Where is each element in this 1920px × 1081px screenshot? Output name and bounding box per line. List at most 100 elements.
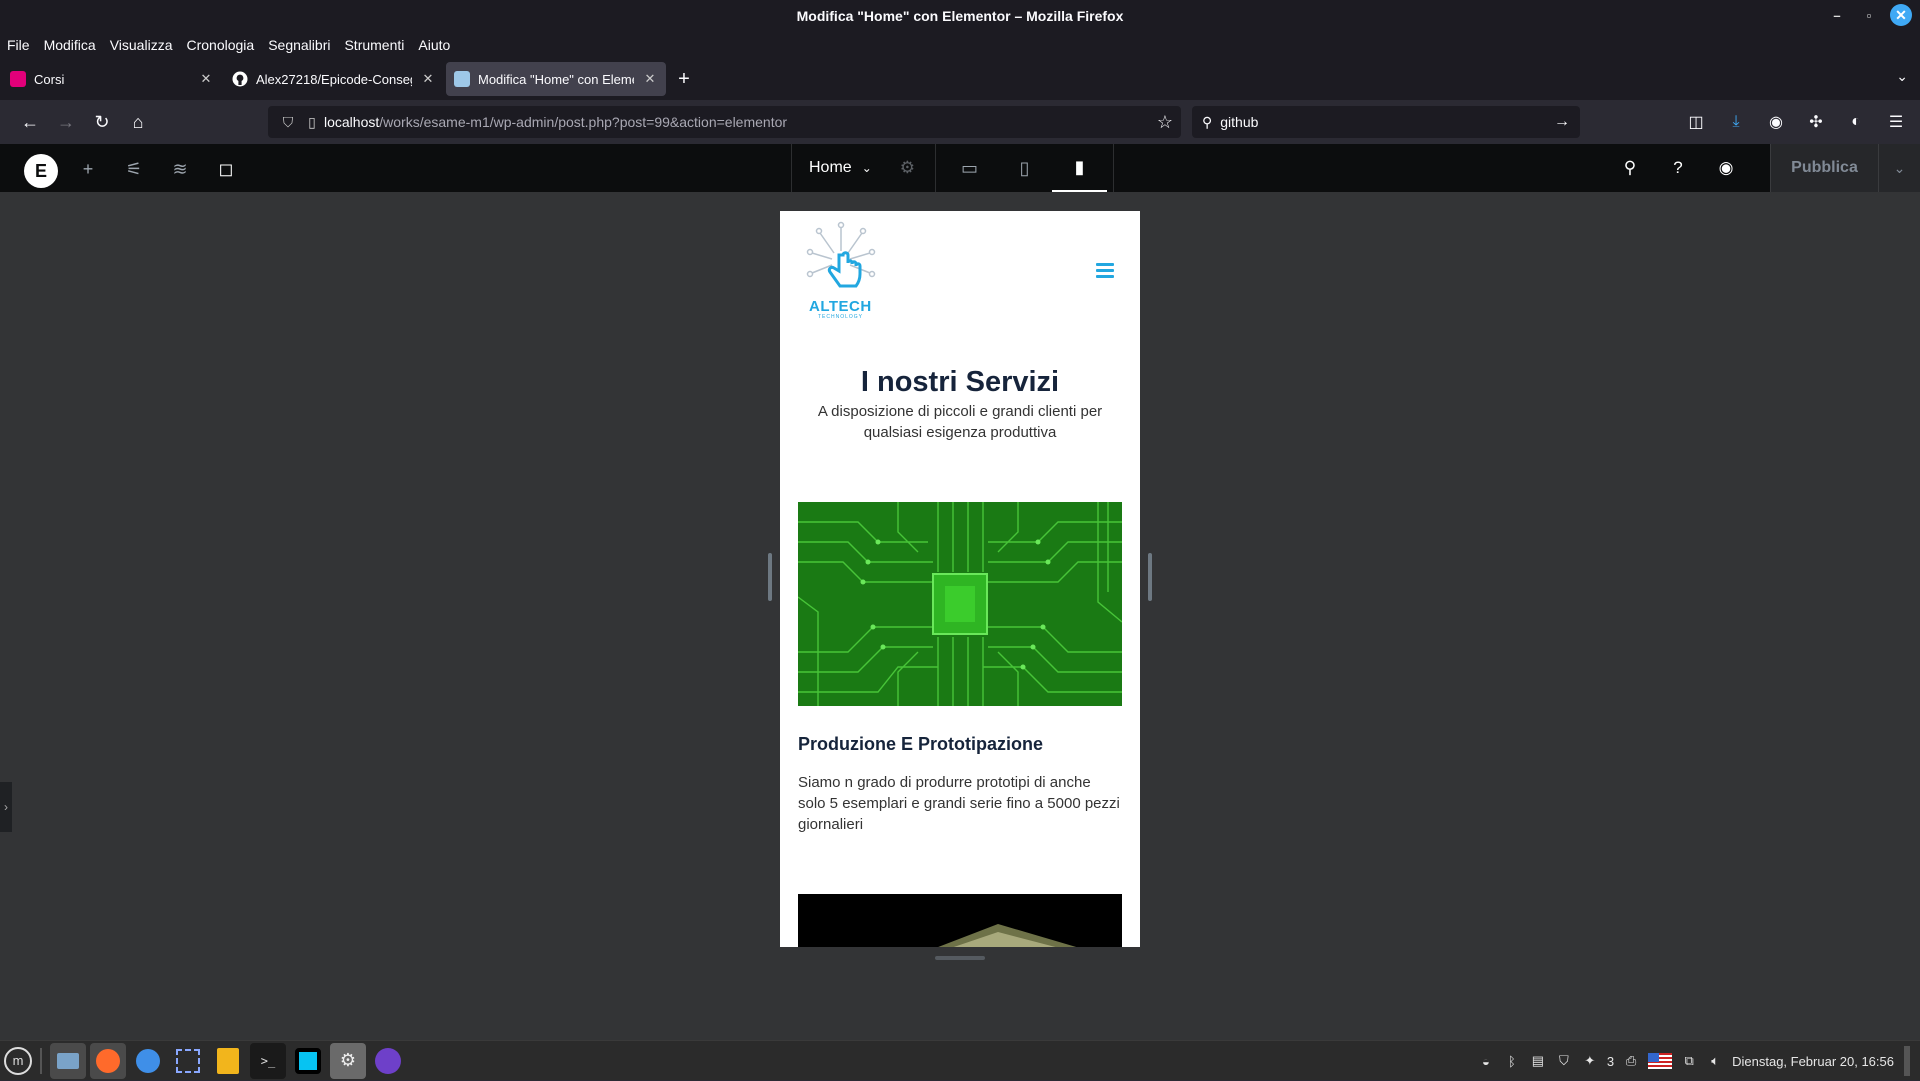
extension-icon[interactable]: ◐	[1838, 106, 1874, 138]
printer-icon[interactable]: ⎙	[1622, 1052, 1640, 1070]
pocket-icon[interactable]: ◫	[1678, 106, 1714, 138]
resize-handle-left[interactable]	[768, 553, 772, 601]
menu-segnalibri[interactable]: Segnalibri	[268, 37, 330, 53]
resize-handle-bottom[interactable]	[935, 956, 985, 960]
services-title: I nostri Servizi	[860, 366, 1060, 398]
notification-count: 3	[1606, 1053, 1615, 1069]
open-panel-chevron-icon[interactable]: ›	[0, 782, 12, 832]
menu-strumenti[interactable]: Strumenti	[344, 37, 404, 53]
tab-corsi[interactable]: Corsi ✕	[2, 62, 222, 96]
menu-bar: File Modifica Visualizza Cronologia Segn…	[0, 32, 1920, 58]
discord-icon[interactable]: ◒	[1477, 1052, 1495, 1070]
window-title: Modifica "Home" con Elementor – Mozilla …	[796, 8, 1124, 24]
elementor-topbar: E + ⚟ ≋ ◻ Home ⌄ ⚙ ▭ ▯ ▮ ⚲ ? ◉ Pubblica …	[0, 144, 1920, 192]
services-subtitle: A disposizione di piccoli e grandi clien…	[817, 403, 1103, 441]
settings-app-icon[interactable]: ⚙	[330, 1042, 366, 1079]
downloads-icon[interactable]: ⤓	[1718, 106, 1754, 138]
home-button[interactable]: ⌂	[120, 106, 156, 138]
maximize-icon[interactable]: ▫	[1858, 4, 1880, 26]
help-icon[interactable]: ?	[1654, 144, 1702, 192]
bluetooth-icon[interactable]: ᛒ	[1503, 1052, 1521, 1070]
hamburger-menu-icon[interactable]	[1096, 263, 1114, 278]
clipboard-icon[interactable]: ▤	[1529, 1052, 1547, 1070]
tab-close-icon[interactable]: ✕	[198, 71, 214, 87]
system-taskbar: m >_ ⚙ ◒ ᛒ ▤ ⛉ ✦ 3 ⎙ ⧉ 🔈︎ Dienstag, Febr…	[0, 1040, 1920, 1080]
menu-visualizza[interactable]: Visualizza	[110, 37, 173, 53]
search-input[interactable]: ⚲ github →	[1192, 106, 1580, 138]
volume-icon[interactable]: 🔈︎	[1706, 1052, 1724, 1070]
forward-button[interactable]: →	[48, 106, 84, 138]
bookmark-star-icon[interactable]: ☆	[1157, 112, 1173, 133]
preview-eye-icon[interactable]: ◉	[1702, 144, 1750, 192]
github-desktop-app-icon[interactable]	[370, 1043, 406, 1079]
tab-github[interactable]: Alex27218/Epicode-Conseg ✕	[224, 62, 444, 96]
mobile-device-icon[interactable]: ▮	[1052, 144, 1107, 192]
add-element-icon[interactable]: +	[73, 154, 103, 184]
tab-close-icon[interactable]: ✕	[420, 71, 436, 87]
app-menu-icon[interactable]: ☰	[1878, 106, 1914, 138]
tab-elementor[interactable]: Modifica "Home" con Eleme ✕	[446, 62, 666, 96]
publish-options-chevron-icon[interactable]: ⌄	[1878, 144, 1920, 192]
reload-button[interactable]: ↻	[84, 106, 120, 138]
chevron-down-icon: ⌄	[861, 161, 872, 175]
clock[interactable]: Dienstag, Februar 20, 16:56	[1732, 1054, 1894, 1069]
search-go-icon[interactable]: →	[1554, 113, 1570, 131]
extensions-icon[interactable]: ✣	[1798, 106, 1834, 138]
back-button[interactable]: ←	[12, 106, 48, 138]
firefox-app-icon[interactable]	[90, 1042, 126, 1079]
tab-close-icon[interactable]: ✕	[642, 71, 658, 87]
network-icon[interactable]: ⧉	[1680, 1052, 1698, 1070]
show-desktop-handle[interactable]	[1904, 1046, 1910, 1076]
circuit-board-image	[798, 502, 1122, 706]
site-settings-icon[interactable]: ⚟	[119, 154, 149, 184]
update-icon[interactable]: ✦	[1581, 1052, 1599, 1070]
shield-icon[interactable]: ⛉	[276, 114, 300, 131]
account-icon[interactable]: ◉	[1758, 106, 1794, 138]
list-all-tabs-icon[interactable]: ⌄	[1896, 68, 1908, 85]
webstorm-app-icon[interactable]	[290, 1043, 326, 1079]
start-menu-icon[interactable]: m	[4, 1046, 32, 1075]
url-path: /works/esame-m1/wp-admin/post.php?post=9…	[379, 114, 788, 130]
navigation-bar: ← → ↻ ⌂ ⛉ ▯ localhost/works/esame-m1/wp-…	[0, 100, 1920, 144]
card1-text: Siamo n grado di produrre prototipi di a…	[798, 774, 1120, 833]
url-host: localhost	[324, 114, 380, 130]
close-window-button[interactable]: ✕	[1890, 4, 1912, 26]
tab-favicon-icon	[10, 71, 26, 87]
search-icon: ⚲	[1202, 113, 1213, 130]
tab-label: Modifica "Home" con Eleme	[478, 71, 634, 87]
shield-icon[interactable]: ⛉	[1555, 1052, 1573, 1070]
terminal-app-icon[interactable]: >_	[250, 1042, 286, 1079]
tab-bar: Corsi ✕ Alex27218/Epicode-Conseg ✕ Modif…	[0, 58, 1920, 100]
elementor-logo-icon[interactable]: E	[24, 154, 58, 188]
menu-aiuto[interactable]: Aiuto	[418, 37, 450, 53]
tab-label: Corsi	[34, 71, 65, 87]
search-icon[interactable]: ⚲	[1606, 144, 1654, 192]
taskbar-separator	[40, 1047, 42, 1074]
structure-icon[interactable]: ≋	[165, 154, 195, 184]
resize-handle-right[interactable]	[1148, 553, 1152, 601]
screenshot-app-icon[interactable]	[170, 1043, 206, 1079]
files-app-icon[interactable]	[50, 1042, 86, 1079]
desktop-device-icon[interactable]: ▭	[942, 144, 997, 192]
comments-icon[interactable]: ◻	[211, 154, 241, 184]
elementor-center-controls: Home ⌄ ⚙ ▭ ▯ ▮	[791, 144, 1114, 192]
tablet-device-icon[interactable]: ▯	[997, 144, 1052, 192]
new-tab-button[interactable]: +	[668, 63, 700, 95]
page-settings-gear-icon[interactable]: ⚙	[900, 158, 915, 178]
device-switcher: ▭ ▯ ▮	[936, 144, 1114, 192]
mobile-preview: ALTECH TECHNOLOGY I nostri Servizi A dis…	[780, 211, 1140, 947]
url-bar[interactable]: ⛉ ▯ localhost/works/esame-m1/wp-admin/po…	[268, 106, 1181, 138]
menu-modifica[interactable]: Modifica	[44, 37, 96, 53]
thunderbird-app-icon[interactable]	[130, 1043, 166, 1079]
page-name: Home	[809, 159, 852, 176]
menu-cronologia[interactable]: Cronologia	[186, 37, 254, 53]
minimize-icon[interactable]: –	[1826, 4, 1848, 26]
us-flag-icon[interactable]	[1648, 1053, 1673, 1069]
publish-button[interactable]: Pubblica	[1770, 144, 1878, 192]
menu-file[interactable]: File	[7, 37, 30, 53]
elementor-right-controls: ⚲ ? ◉ Pubblica ⌄	[1606, 144, 1920, 192]
system-tray: ◒ ᛒ ▤ ⛉ ✦ 3 ⎙ ⧉ 🔈︎ Dienstag, Februar 20,…	[1477, 1041, 1910, 1081]
page-icon[interactable]: ▯	[300, 114, 324, 131]
page-selector[interactable]: Home ⌄ ⚙	[792, 144, 936, 192]
calculator-app-icon[interactable]	[210, 1043, 246, 1079]
